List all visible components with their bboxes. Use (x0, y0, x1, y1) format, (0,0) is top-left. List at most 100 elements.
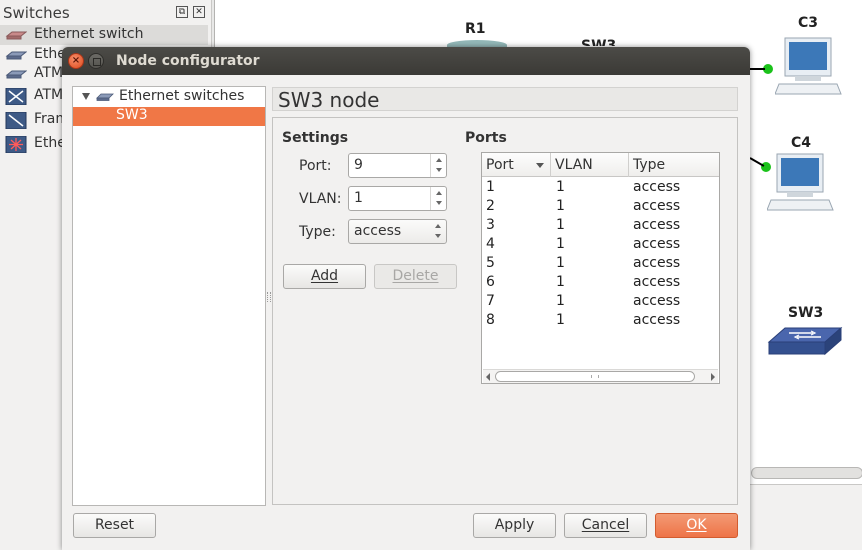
canvas-horizontal-scrollbar[interactable] (751, 467, 862, 479)
column-header-port[interactable]: Port (482, 153, 551, 177)
cell-port: 5 (486, 255, 495, 271)
cell-vlan: 1 (556, 198, 565, 214)
cell-type: access (633, 198, 681, 214)
reset-button[interactable]: Reset (73, 513, 156, 538)
tree-item-ethernet-switches[interactable]: Ethernet switches (73, 87, 265, 107)
maximize-icon[interactable] (88, 53, 104, 69)
ports-heading: Ports (465, 130, 507, 146)
table-header: Port VLAN Type (482, 153, 719, 177)
select-arrows (430, 220, 446, 243)
chevron-down-icon[interactable] (436, 201, 442, 205)
sidebar-item-label: ATM (34, 87, 64, 103)
node-configurator-dialog: × Node configurator Ethernet switches SW… (62, 47, 750, 550)
tree-item-label: Ethernet switches (119, 88, 245, 104)
ethernet-switch-icon (5, 31, 27, 40)
port-value: 9 (354, 157, 363, 173)
ports-table[interactable]: Port VLAN Type 1 1 access 2 1 access 3 1… (481, 152, 720, 384)
ethernet-hub-icon (5, 51, 27, 60)
chevron-down-icon[interactable] (82, 93, 90, 100)
table-row[interactable]: 6 1 access (482, 273, 719, 292)
cell-type: access (633, 293, 681, 309)
sort-descending-icon (536, 163, 544, 168)
cell-vlan: 1 (556, 293, 565, 309)
chevron-up-icon (435, 224, 441, 228)
type-select[interactable]: access (348, 219, 447, 244)
table-row[interactable]: 7 1 access (482, 292, 719, 311)
column-header-vlan[interactable]: VLAN (551, 153, 629, 177)
dock-close-icon[interactable]: ✕ (193, 6, 205, 18)
atm-bridge-icon (5, 88, 27, 105)
table-row[interactable]: 1 1 access (482, 178, 719, 197)
scrollbar-thumb[interactable] (495, 371, 695, 382)
cell-type: access (633, 274, 681, 290)
spin-arrows[interactable] (430, 187, 446, 210)
node-label-c3: C3 (798, 15, 819, 31)
chevron-down-icon (435, 234, 441, 238)
cell-port: 1 (486, 179, 495, 195)
ok-button-label: OK (686, 517, 707, 533)
cell-port: 4 (486, 236, 495, 252)
dock-float-icon[interactable]: ⧉ (176, 6, 188, 18)
settings-heading: Settings (282, 130, 349, 146)
add-button[interactable]: Add (283, 264, 366, 289)
node-tree[interactable]: Ethernet switches SW3 (72, 86, 266, 506)
reset-button-label: Reset (94, 517, 135, 533)
table-row[interactable]: 8 1 access (482, 311, 719, 330)
cell-vlan: 1 (556, 255, 565, 271)
table-horizontal-scrollbar[interactable] (483, 369, 718, 383)
port-label: Port: (299, 158, 332, 174)
apply-button[interactable]: Apply (473, 513, 556, 538)
table-row[interactable]: 4 1 access (482, 235, 719, 254)
close-icon[interactable]: × (68, 53, 84, 69)
column-header-type[interactable]: Type (629, 153, 719, 177)
type-value: access (354, 223, 402, 239)
dock-header: Switches ⧉ ✕ (0, 0, 212, 24)
splitter-handle[interactable] (267, 292, 271, 302)
chevron-down-icon[interactable] (436, 168, 442, 172)
cell-vlan: 1 (556, 179, 565, 195)
spin-arrows[interactable] (430, 154, 446, 177)
sidebar-item-label: Ethernet switch (34, 26, 144, 42)
ethernet-switch-icon (96, 93, 114, 101)
chevron-up-icon[interactable] (436, 191, 442, 195)
cell-type: access (633, 179, 681, 195)
cell-port: 8 (486, 312, 495, 328)
column-header-label: VLAN (555, 157, 593, 173)
cancel-button[interactable]: Cancel (564, 513, 647, 538)
cancel-button-label: Cancel (581, 517, 630, 533)
column-header-label: Type (633, 157, 666, 173)
vlan-spinbox[interactable]: 1 (348, 186, 447, 211)
ethernet-switch-icon[interactable] (767, 324, 843, 362)
port-spinbox[interactable]: 9 (348, 153, 447, 178)
cell-port: 3 (486, 217, 495, 233)
cell-vlan: 1 (556, 312, 565, 328)
chevron-left-icon[interactable] (486, 373, 490, 381)
chevron-up-icon[interactable] (436, 158, 442, 162)
node-label-r1: R1 (465, 21, 486, 37)
type-label: Type: (299, 224, 336, 240)
tree-item-sw3[interactable]: SW3 (73, 107, 265, 126)
table-row[interactable]: 3 1 access (482, 216, 719, 235)
ethernet-hub-red-icon (5, 136, 27, 153)
canvas-bottom-panel (749, 484, 862, 550)
node-title-bar: SW3 node (272, 87, 738, 112)
vlan-label: VLAN: (299, 191, 342, 207)
delete-button[interactable]: Delete (374, 264, 457, 289)
link-line (750, 68, 765, 70)
column-header-label: Port (486, 157, 514, 173)
dialog-title: Node configurator (116, 53, 260, 69)
cell-vlan: 1 (556, 217, 565, 233)
add-button-label: Add (310, 268, 339, 284)
node-label-sw3: SW3 (788, 305, 824, 321)
sidebar-item-ethernet-switch[interactable]: Ethernet switch (0, 25, 208, 45)
table-row[interactable]: 5 1 access (482, 254, 719, 273)
cell-vlan: 1 (556, 236, 565, 252)
dialog-titlebar[interactable]: × Node configurator (62, 47, 750, 75)
chevron-right-icon[interactable] (711, 373, 715, 381)
computer-icon[interactable] (767, 152, 837, 214)
sidebar-item-label: ATM (34, 65, 64, 81)
table-row[interactable]: 2 1 access (482, 197, 719, 216)
vlan-value: 1 (354, 190, 363, 206)
computer-icon[interactable] (775, 36, 845, 98)
ok-button[interactable]: OK (655, 513, 738, 538)
